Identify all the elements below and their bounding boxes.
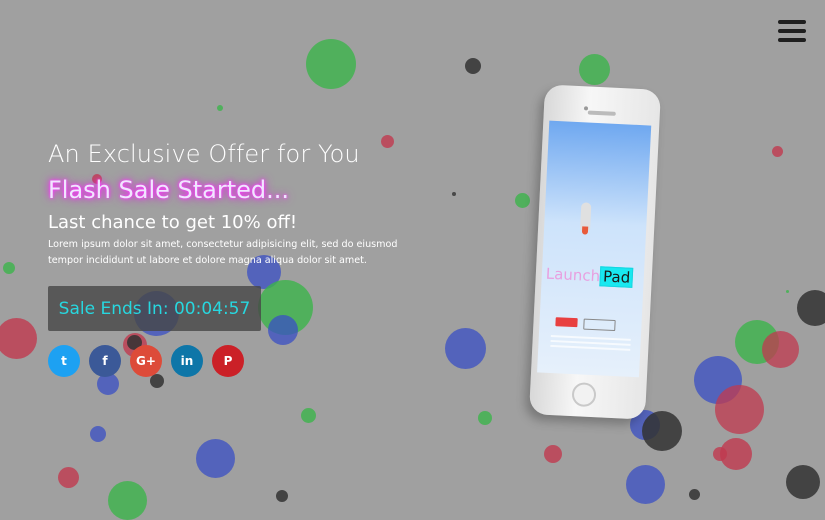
google-plus-icon: G+ [136,354,156,368]
google-plus-button[interactable]: G+ [130,345,162,377]
twitter-button[interactable]: t [48,345,80,377]
app-logo-suffix: Pad [599,266,634,288]
facebook-icon: f [102,354,108,368]
hamburger-bar [778,38,806,42]
app-logo: Launch Pad [545,264,634,288]
phone-screen-primary-button [555,317,578,328]
hamburger-bar [778,29,806,33]
hero-section: An Exclusive Offer for You Flash Sale St… [48,138,428,269]
flash-sale-headline: Flash Sale Started... [48,176,290,204]
linkedin-icon: in [180,354,194,368]
pinterest-icon: P [223,354,233,368]
rocket-icon [580,202,592,231]
pinterest-button[interactable]: P [212,345,244,377]
phone-mockup: Launch Pad [529,84,661,420]
hero-description: Lorem ipsum dolor sit amet, consectetur … [48,239,398,266]
facebook-button[interactable]: f [89,345,121,377]
linkedin-button[interactable]: in [171,345,203,377]
hamburger-menu-button[interactable] [776,18,808,46]
social-links: t f G+ in P [48,345,244,377]
twitter-icon: t [61,354,67,368]
phone-screen: Launch Pad [537,120,652,378]
phone-screen-text-lines [550,334,631,341]
phone-screen-secondary-button [583,318,616,332]
hamburger-bar [778,20,806,24]
sale-countdown-box: Sale Ends In: 00:04:57 [48,286,261,331]
app-logo-prefix: Launch [545,264,601,286]
discount-subheadline: Last chance to get 10% off! [48,212,298,233]
countdown-text: Sale Ends In: 00:04:57 [58,298,251,319]
offer-title: An Exclusive Offer for You [48,140,360,168]
